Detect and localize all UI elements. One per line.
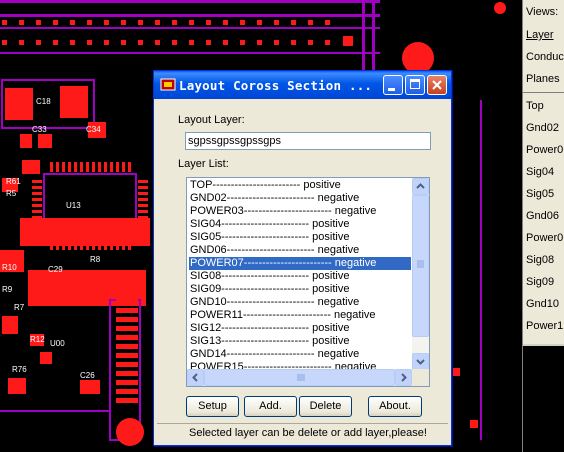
layer-list-item[interactable]: GND10------------------------ negative bbox=[189, 296, 411, 309]
layout-cross-section-dialog: Layout Coross Section ... Layout Layer: … bbox=[153, 70, 452, 446]
layout-layer-label: Layout Layer: bbox=[178, 114, 245, 126]
layer-list-item-text: SIG04------------------------ positive bbox=[190, 218, 350, 230]
horizontal-scrollbar[interactable] bbox=[187, 369, 412, 386]
layer-list-item[interactable]: SIG08------------------------ positive bbox=[189, 270, 411, 283]
minimize-button[interactable] bbox=[383, 75, 403, 95]
scroll-down-button[interactable] bbox=[412, 353, 429, 370]
pcb-component-label: R10 bbox=[2, 263, 17, 272]
layer-list-item[interactable]: POWER03------------------------ negative bbox=[189, 205, 411, 218]
layer-list-item-text: POWER03------------------------ negative bbox=[190, 205, 377, 217]
pcb-component-label: C34 bbox=[86, 125, 101, 134]
layer-list-item[interactable]: SIG05------------------------ positive bbox=[189, 231, 411, 244]
side-layer-item[interactable]: Gnd06 bbox=[526, 210, 559, 222]
grip-icon bbox=[417, 260, 424, 268]
layer-list-items: TOP------------------------ positive GND0… bbox=[187, 178, 412, 370]
layer-list-item[interactable]: SIG04------------------------ positive bbox=[189, 218, 411, 231]
chevron-down-icon bbox=[416, 359, 425, 365]
side-layer-item[interactable]: Sig08 bbox=[526, 254, 554, 266]
view-layer-link[interactable]: Layer bbox=[526, 29, 554, 41]
side-layer-item[interactable]: Gnd02 bbox=[526, 122, 559, 134]
pcb-component-label: R12 bbox=[30, 335, 45, 344]
scroll-right-button[interactable] bbox=[395, 369, 412, 386]
maximize-icon bbox=[410, 79, 420, 89]
about-button[interactable]: About. bbox=[368, 396, 422, 417]
app-icon bbox=[160, 78, 176, 91]
side-divider bbox=[523, 92, 564, 93]
views-label: Views: bbox=[526, 6, 559, 18]
layer-side-panel: Views: Layer Conduc Planes Top Gnd02 Power… bbox=[522, 0, 564, 452]
layer-list-item-text: SIG13------------------------ positive bbox=[190, 335, 350, 347]
layer-list-item-text: SIG12------------------------ positive bbox=[190, 322, 350, 334]
layer-list-item[interactable]: GND02------------------------ negative bbox=[189, 192, 411, 205]
layer-list-item-text: GND02------------------------ negative bbox=[190, 192, 360, 204]
pcb-component-label: C26 bbox=[80, 371, 95, 380]
status-bar: Selected layer can be delete or add laye… bbox=[157, 423, 448, 442]
view-conductor-link[interactable]: Conduc bbox=[526, 51, 564, 63]
side-layer-item[interactable]: Power0 bbox=[526, 144, 563, 156]
layer-list-item[interactable]: SIG12------------------------ positive bbox=[189, 322, 411, 335]
layout-layer-input[interactable] bbox=[185, 132, 431, 150]
view-planes-link[interactable]: Planes bbox=[526, 73, 560, 85]
close-button[interactable] bbox=[427, 75, 447, 95]
chevron-left-icon bbox=[192, 373, 198, 382]
side-layer-item[interactable]: Sig04 bbox=[526, 166, 554, 178]
layer-list-item[interactable]: SIG09------------------------ positive bbox=[189, 283, 411, 296]
close-icon bbox=[432, 80, 442, 90]
dialog-title: Layout Coross Section ... bbox=[179, 78, 373, 93]
delete-button[interactable]: Delete bbox=[299, 396, 352, 417]
side-layer-item[interactable]: Power1 bbox=[526, 320, 563, 332]
layer-listbox[interactable]: TOP------------------------ positive GND0… bbox=[186, 177, 430, 387]
layer-list-item-text: SIG05------------------------ positive bbox=[190, 231, 350, 243]
pcb-component-label: R76 bbox=[12, 365, 27, 374]
chevron-right-icon bbox=[401, 373, 407, 382]
pcb-component-label: R61 bbox=[6, 177, 21, 186]
grip-icon bbox=[297, 374, 305, 381]
pcb-component-label: R5 bbox=[6, 189, 17, 198]
pcb-component-label: C18 bbox=[36, 97, 51, 106]
pcb-component-label: R8 bbox=[90, 255, 101, 264]
layer-list-item[interactable]: SIG13------------------------ positive bbox=[189, 335, 411, 348]
layer-list-item[interactable]: POWER11------------------------ negative bbox=[189, 309, 411, 322]
pcb-component-label: U13 bbox=[66, 201, 81, 210]
dialog-body: Layout Layer: Layer List: TOP-----------… bbox=[157, 99, 448, 442]
maximize-button[interactable] bbox=[405, 75, 425, 95]
layer-list-item-text: SIG09------------------------ positive bbox=[190, 283, 350, 295]
scroll-corner bbox=[412, 369, 429, 386]
chevron-up-icon bbox=[416, 183, 425, 189]
side-layer-item[interactable]: Power0 bbox=[526, 232, 563, 244]
side-layer-item[interactable]: Top bbox=[526, 100, 544, 112]
layer-list-item[interactable]: POWER07------------------------ negative bbox=[189, 257, 411, 270]
layer-list-item-text: POWER07------------------------ negative bbox=[190, 257, 377, 269]
vertical-scrollbar[interactable] bbox=[412, 178, 429, 370]
layer-list-item-text: POWER11------------------------ negative bbox=[190, 309, 376, 321]
layer-list-item-text: GND14------------------------ negative bbox=[190, 348, 360, 360]
pcb-component-label: U00 bbox=[50, 339, 65, 348]
horizontal-scroll-thumb[interactable] bbox=[204, 369, 395, 386]
pcb-component-label: C33 bbox=[32, 125, 47, 134]
layer-list-item-text: SIG08------------------------ positive bbox=[190, 270, 350, 282]
add-button[interactable]: Add. bbox=[244, 396, 297, 417]
layer-list-label: Layer List: bbox=[178, 158, 229, 170]
pcb-component-label: R7 bbox=[14, 303, 25, 312]
setup-button[interactable]: Setup bbox=[186, 396, 239, 417]
vertical-scroll-thumb[interactable] bbox=[412, 195, 429, 337]
layer-list-item-text: GND10------------------------ negative bbox=[190, 296, 360, 308]
side-layer-item[interactable]: Sig09 bbox=[526, 276, 554, 288]
side-layer-item[interactable]: Sig05 bbox=[526, 188, 554, 200]
dialog-titlebar[interactable]: Layout Coross Section ... bbox=[154, 71, 451, 99]
side-layer-item[interactable]: Gnd10 bbox=[526, 298, 559, 310]
layer-list-item-text: GND06------------------------ negative bbox=[190, 244, 360, 256]
pcb-component-label: R9 bbox=[2, 285, 13, 294]
layer-list-item[interactable]: GND06------------------------ negative bbox=[189, 244, 411, 257]
pcb-component-label: C29 bbox=[48, 265, 63, 274]
minimize-icon bbox=[388, 88, 395, 91]
side-preview-area bbox=[523, 344, 564, 452]
scroll-up-button[interactable] bbox=[412, 178, 429, 195]
scroll-left-button[interactable] bbox=[187, 369, 204, 386]
layer-list-item[interactable]: GND14------------------------ negative bbox=[189, 348, 411, 361]
layer-list-item-text: TOP------------------------ positive bbox=[190, 179, 341, 191]
layer-list-item[interactable]: TOP------------------------ positive bbox=[189, 179, 411, 192]
